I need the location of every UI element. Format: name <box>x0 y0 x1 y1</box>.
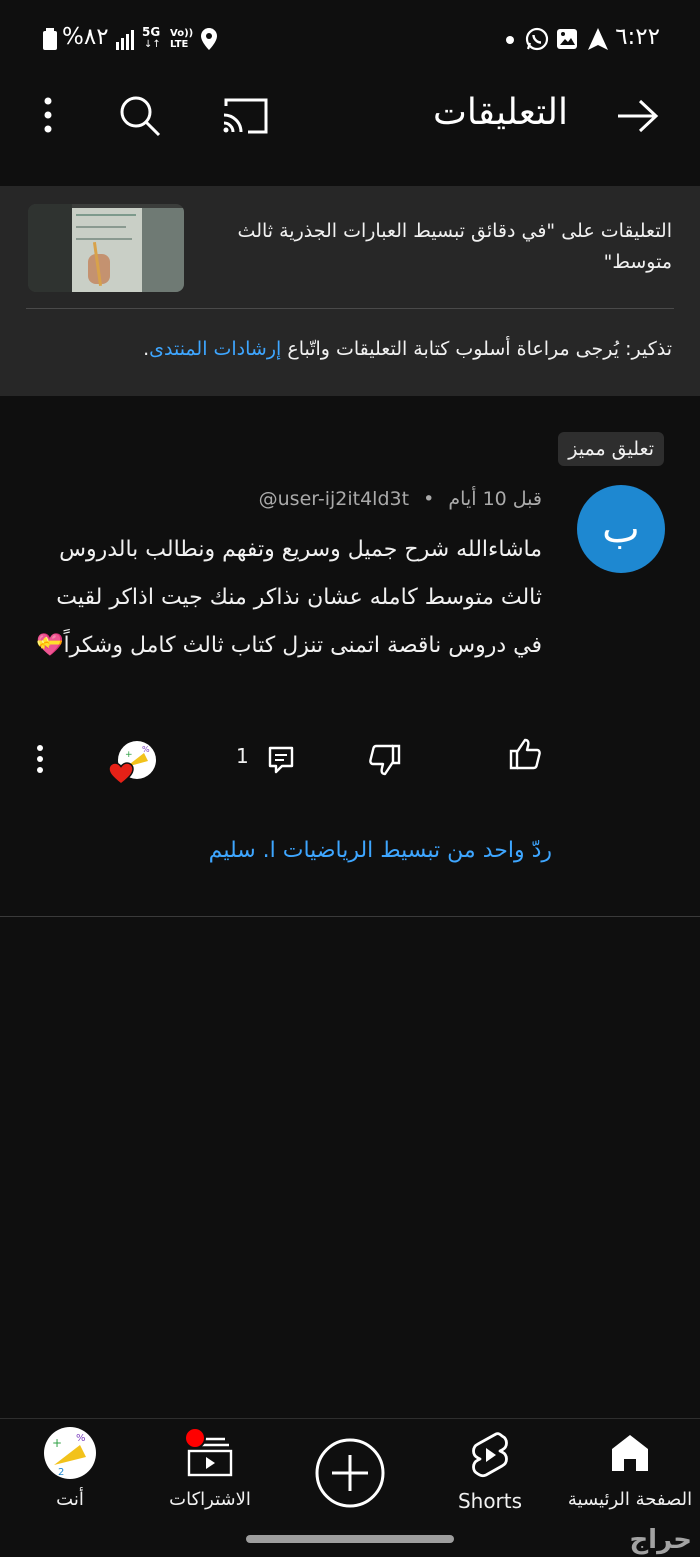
battery-percent: %٨٢ <box>62 24 109 50</box>
nav-you[interactable]: + % 2 أنت <box>0 1419 140 1529</box>
svg-text:+: + <box>52 1436 62 1450</box>
comment-text: ماشاءالله شرح جميل وسريع وتفهم ونطالب با… <box>36 537 542 658</box>
dislike-icon[interactable] <box>368 744 402 776</box>
gesture-bar[interactable] <box>246 1535 454 1543</box>
comments-video-title: التعليقات على "في دقائق تبسيط العبارات ا… <box>237 220 672 273</box>
pinned-badge: تعليق مميز <box>558 432 664 466</box>
community-guidelines-link[interactable]: إرشادات المنتدى <box>149 338 281 360</box>
reply-icon[interactable] <box>268 746 294 774</box>
status-bar: %٨٢ 5G ↓↑ Vo)) LTE ٦:٢٢ <box>0 0 700 78</box>
location-icon <box>201 28 217 50</box>
comment-divider <box>0 916 700 917</box>
meta-separator: • <box>423 488 435 510</box>
home-icon <box>612 1435 648 1471</box>
nav-home-label: الصفحة الرئيسية <box>567 1489 693 1510</box>
data-arrows-icon: ↓↑ <box>144 39 161 50</box>
search-icon[interactable] <box>118 94 162 138</box>
page-title: التعليقات <box>432 92 568 133</box>
top-app-bar: التعليقات <box>0 78 700 186</box>
create-plus-icon <box>315 1438 385 1508</box>
nav-shorts-label: Shorts <box>457 1489 523 1513</box>
nav-you-label: أنت <box>56 1489 84 1510</box>
more-vert-icon[interactable] <box>38 96 58 136</box>
avatar[interactable]: ب <box>577 485 665 573</box>
gallery-icon <box>557 29 577 49</box>
status-time: ٦:٢٢ <box>615 24 660 50</box>
view-replies-link[interactable]: ردّ واحد من تبسيط الرياضيات ا. سليم <box>209 838 552 863</box>
reply-count: 1 <box>236 744 249 768</box>
signal-icon <box>116 30 134 50</box>
nav-home[interactable]: الصفحة الرئيسية <box>560 1419 700 1529</box>
video-thumbnail[interactable] <box>28 204 184 292</box>
shorts-icon <box>472 1432 508 1478</box>
notification-dot-icon <box>506 36 514 44</box>
svg-text:2: 2 <box>58 1467 64 1478</box>
svg-text:+: + <box>125 750 133 760</box>
battery-icon <box>43 28 57 50</box>
comments-info-panel: التعليقات على "في دقائق تبسيط العبارات ا… <box>0 186 700 396</box>
navigation-arrow-icon <box>588 28 608 50</box>
watermark-logo: حراج <box>629 1525 692 1555</box>
bottom-navigation: + % 2 أنت الاشتراكات Shorts الصفحة الرئي… <box>0 1418 700 1557</box>
cast-icon[interactable] <box>222 96 270 136</box>
nav-subscriptions-label: الاشتراكات <box>169 1489 251 1510</box>
new-content-dot <box>184 1427 206 1449</box>
volte-label: Vo)) LTE <box>170 28 194 50</box>
like-icon[interactable] <box>508 738 542 770</box>
comment-author[interactable]: @user-ij2it4ld3t <box>259 488 409 510</box>
comment-time: قبل 10 أيام <box>448 488 542 510</box>
back-arrow-icon[interactable] <box>616 98 660 134</box>
panel-divider <box>26 308 674 309</box>
creator-heart-icon <box>108 762 134 785</box>
nav-subscriptions[interactable]: الاشتراكات <box>140 1419 280 1529</box>
profile-logo-icon: + % 2 <box>52 1433 86 1478</box>
community-guidelines-note: تذكير: يُرجى مراعاة أسلوب كتابة التعليقا… <box>143 338 672 360</box>
comment-meta: قبل 10 أيام • @user-ij2it4ld3t <box>259 488 542 510</box>
note-text: تذكير: يُرجى مراعاة أسلوب كتابة التعليقا… <box>281 338 672 360</box>
svg-text:%: % <box>76 1433 86 1444</box>
nav-create[interactable] <box>280 1419 420 1529</box>
svg-text:%: % <box>142 745 150 754</box>
nav-shorts[interactable]: Shorts <box>420 1419 560 1529</box>
network-5g-label: 5G <box>142 25 161 39</box>
profile-avatar: + % 2 <box>44 1427 96 1479</box>
comment-more-icon[interactable] <box>34 744 46 774</box>
whatsapp-icon <box>525 27 549 51</box>
